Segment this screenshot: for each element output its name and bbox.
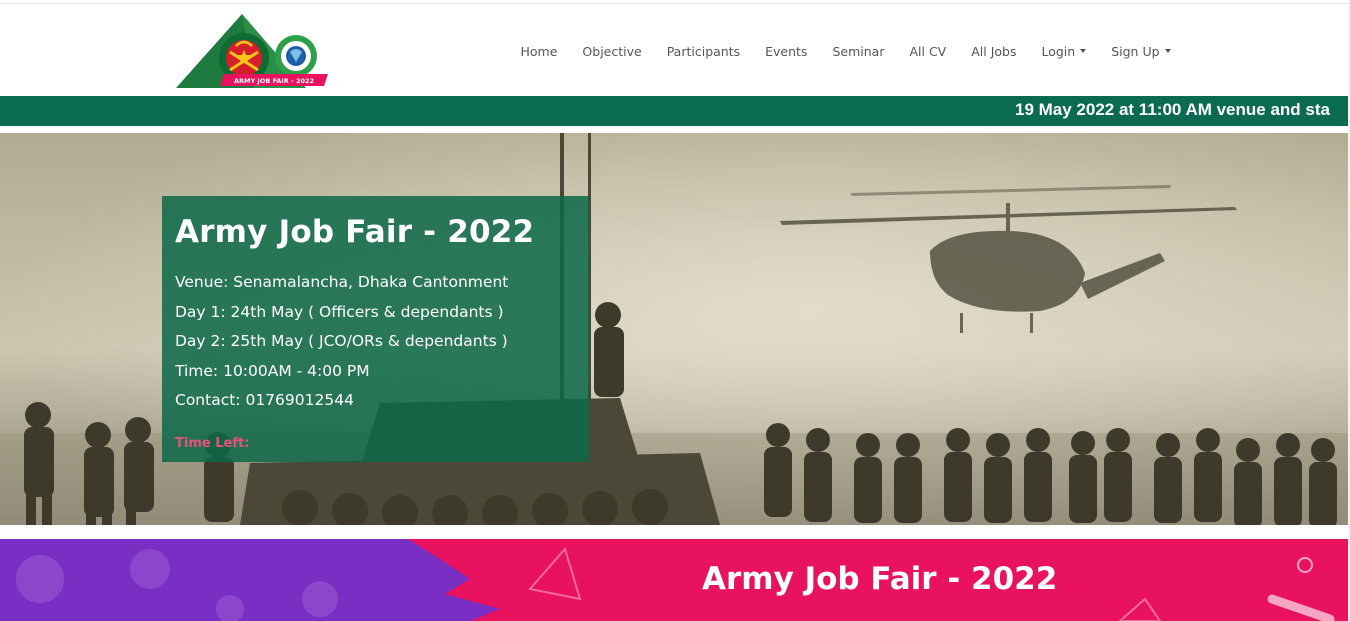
event-title: Army Job Fair - 2022 [175,214,535,250]
news-ticker: 19 May 2022 at 11:00 AM venue and sta [0,96,1350,126]
event-day-2: Day 2: 25th May ( JCO/ORs & dependants ) [175,332,508,350]
nav-home-label: Home [520,43,558,59]
event-time: Time: 10:00AM - 4:00 PM [175,361,370,380]
nav-objective-label: Objective [582,43,642,59]
nav-events[interactable]: Events [753,44,820,59]
nav-login-dropdown[interactable]: Login [1029,44,1099,59]
nav-objective[interactable]: Objective [570,44,654,59]
logo-lettering: ARMY JOB FAIR - 2022 [234,77,314,85]
caret-down-icon [1080,49,1087,53]
event-venue: Venue: Senamalancha, Dhaka Cantonment [175,273,509,291]
caret-down-icon [1164,49,1171,53]
main-navigation: Home Objective Participants Events Semin… [508,40,1183,62]
ticker-text: 19 May 2022 at 11:00 AM venue and sta [1015,100,1330,119]
army-job-fair-logo[interactable]: ARMY JOB FAIR - 2022 [174,12,330,90]
nav-signup-label: Sign Up [1111,43,1160,59]
nav-login-label: Login [1041,43,1076,59]
nav-home[interactable]: Home [508,44,570,59]
countdown-label: Time Left: [175,435,250,451]
nav-seminar-label: Seminar [832,43,885,59]
svg-text:ARMY JOB FAIR - 2022: ARMY JOB FAIR - 2022 [234,77,314,85]
nav-participants-label: Participants [666,43,741,59]
nav-all-cv[interactable]: All CV [897,44,959,59]
nav-signup-dropdown[interactable]: Sign Up [1099,44,1183,59]
nav-seminar[interactable]: Seminar [820,44,897,59]
nav-participants[interactable]: Participants [654,44,752,59]
banner-title: Army Job Fair - 2022 [702,561,1058,597]
nav-all-cv-label: All CV [909,43,947,59]
banner-background [0,539,1350,621]
event-info-card: Army Job Fair - 2022 Venue: Senamalancha… [162,196,589,462]
page: ARMY JOB FAIR - 2022 Home Objective Part… [0,0,1350,621]
site-header: ARMY JOB FAIR - 2022 Home Objective Part… [0,4,1350,96]
nav-events-label: Events [765,43,808,59]
event-day-1: Day 1: 24th May ( Officers & dependants … [175,302,504,321]
event-contact: Contact: 01769012544 [175,391,354,409]
nav-all-jobs-label: All Jobs [971,43,1017,59]
hero-section: Army Job Fair - 2022 Venue: Senamalancha… [0,133,1350,525]
nav-all-jobs[interactable]: All Jobs [959,44,1029,59]
section-banner: Army Job Fair - 2022 [0,539,1350,621]
